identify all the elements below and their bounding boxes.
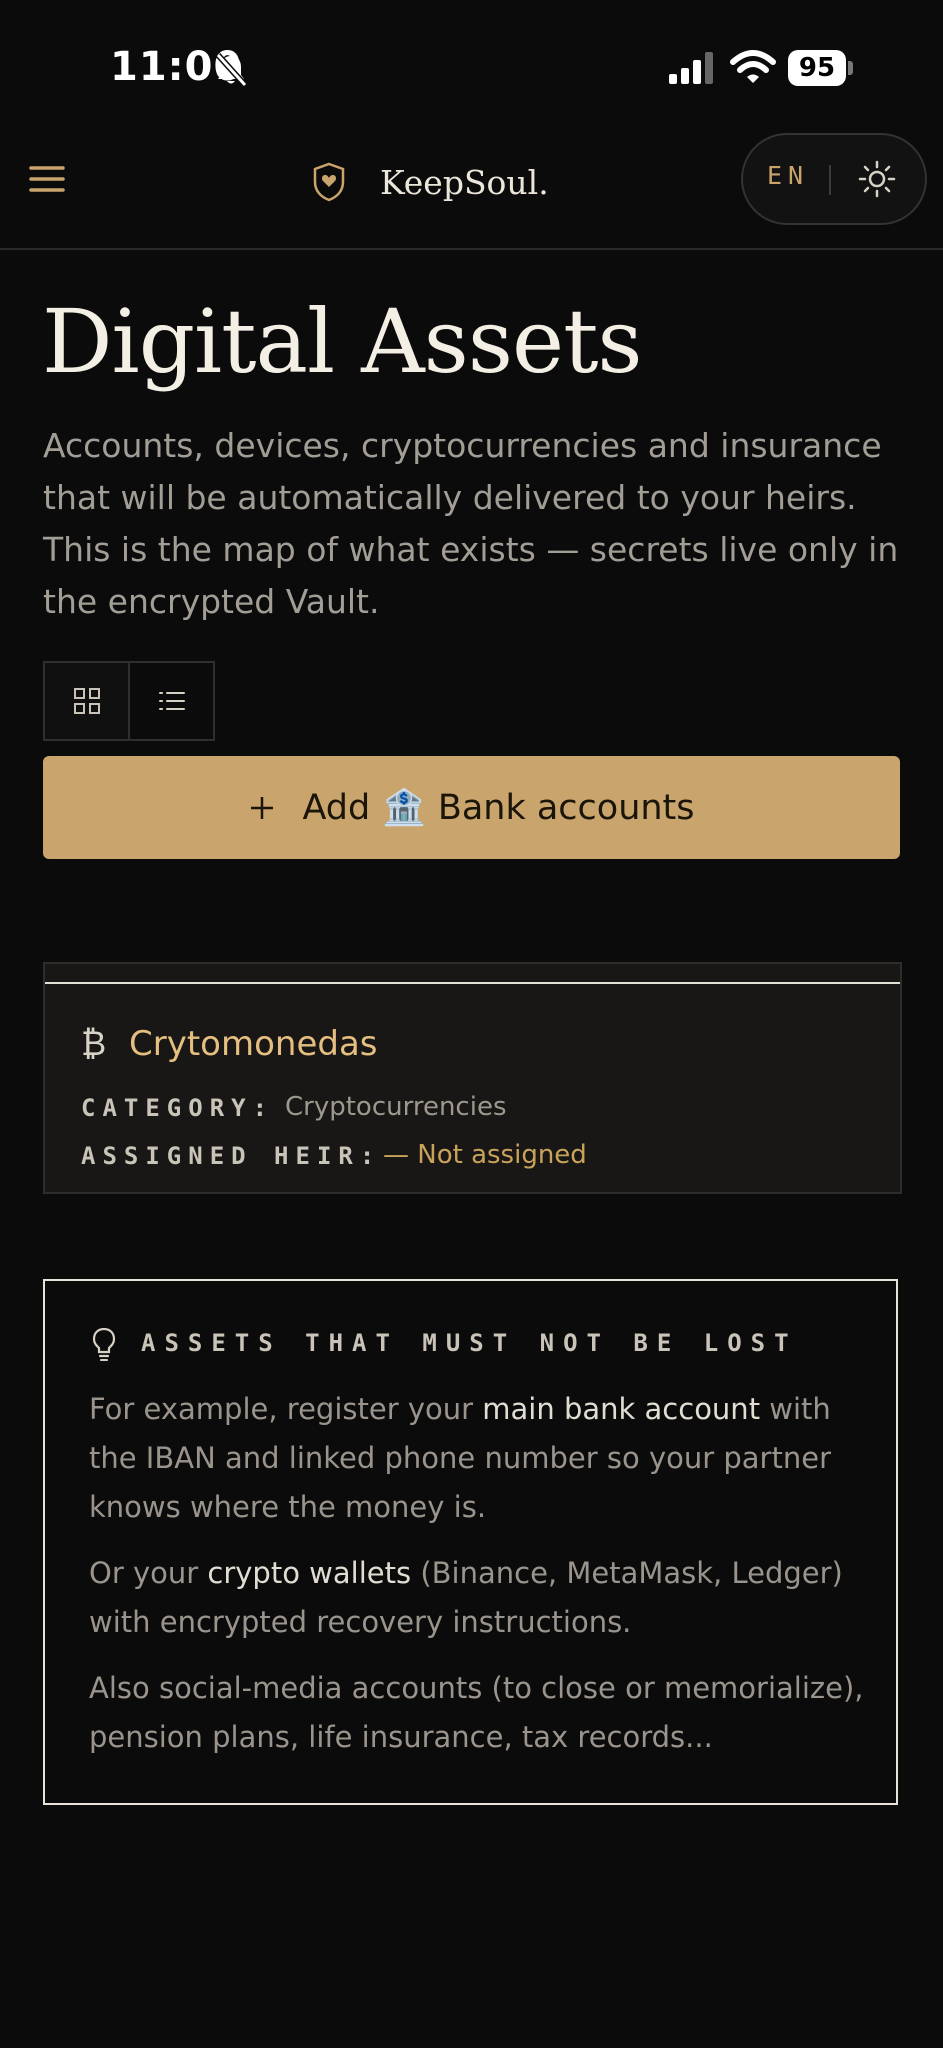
tip-p2-text: Or your (89, 1556, 208, 1590)
cellular-signal-icon (669, 52, 713, 84)
sun-icon[interactable] (857, 159, 897, 199)
header-controls: EN (741, 133, 927, 225)
card-top-rule (45, 982, 900, 984)
battery-level: 95 (788, 50, 846, 86)
tip-p1-highlight: main bank account (482, 1392, 761, 1426)
list-view-button[interactable] (130, 663, 213, 739)
wifi-icon (730, 50, 776, 83)
bitcoin-icon: ₿ (81, 1024, 107, 1064)
brand-name: KeepSoul. (380, 162, 549, 202)
plus-icon (251, 796, 274, 819)
app-header: KeepSoul. EN (0, 130, 943, 250)
asset-card[interactable]: ₿ Crytomonedas CATEGORY: Cryptocurrencie… (43, 962, 902, 1194)
add-button-prefix: Add (302, 787, 371, 828)
status-bar: 11:00 95 (0, 0, 943, 130)
tip-paragraph-1: For example, register your main bank acc… (89, 1385, 869, 1532)
category-value: Cryptocurrencies (285, 1092, 507, 1122)
hamburger-menu-icon[interactable] (28, 160, 68, 200)
page-description: Accounts, devices, cryptocurrencies and … (43, 426, 899, 621)
view-toggle (43, 661, 215, 741)
category-label: CATEGORY: (81, 1094, 275, 1122)
tip-paragraph-2: Or your crypto wallets (Binance, MetaMas… (89, 1549, 869, 1647)
list-icon (158, 692, 185, 710)
tip-box: ASSETS THAT MUST NOT BE LOST For example… (43, 1279, 898, 1805)
assigned-heir-value: — Not assigned (383, 1140, 587, 1170)
grid-view-button[interactable] (45, 663, 130, 739)
battery-tip (848, 61, 853, 75)
lightbulb-icon (92, 1327, 116, 1361)
add-asset-button[interactable]: Add 🏦 Bank accounts (43, 756, 900, 859)
tip-paragraph-3: Also social-media accounts (to close or … (89, 1671, 864, 1754)
language-switch[interactable]: EN (767, 161, 809, 190)
shield-heart-icon (313, 162, 345, 202)
tip-title: ASSETS THAT MUST NOT BE LOST (141, 1329, 798, 1357)
grid-icon (73, 688, 100, 714)
tip-p2-highlight: crypto wallets (207, 1556, 412, 1590)
battery-indicator: 95 (788, 50, 853, 86)
bell-off-icon (215, 52, 248, 88)
add-button-label: Bank accounts (437, 787, 695, 828)
pill-divider (829, 165, 831, 195)
assigned-heir-label: ASSIGNED HEIR: (81, 1142, 382, 1170)
bank-emoji-icon: 🏦 (382, 788, 426, 828)
tip-p1-text: For example, register your (89, 1392, 483, 1426)
page-title: Digital Assets (42, 290, 643, 393)
brand-logo[interactable]: KeepSoul. (312, 152, 549, 212)
asset-name[interactable]: Crytomonedas (129, 1024, 378, 1064)
